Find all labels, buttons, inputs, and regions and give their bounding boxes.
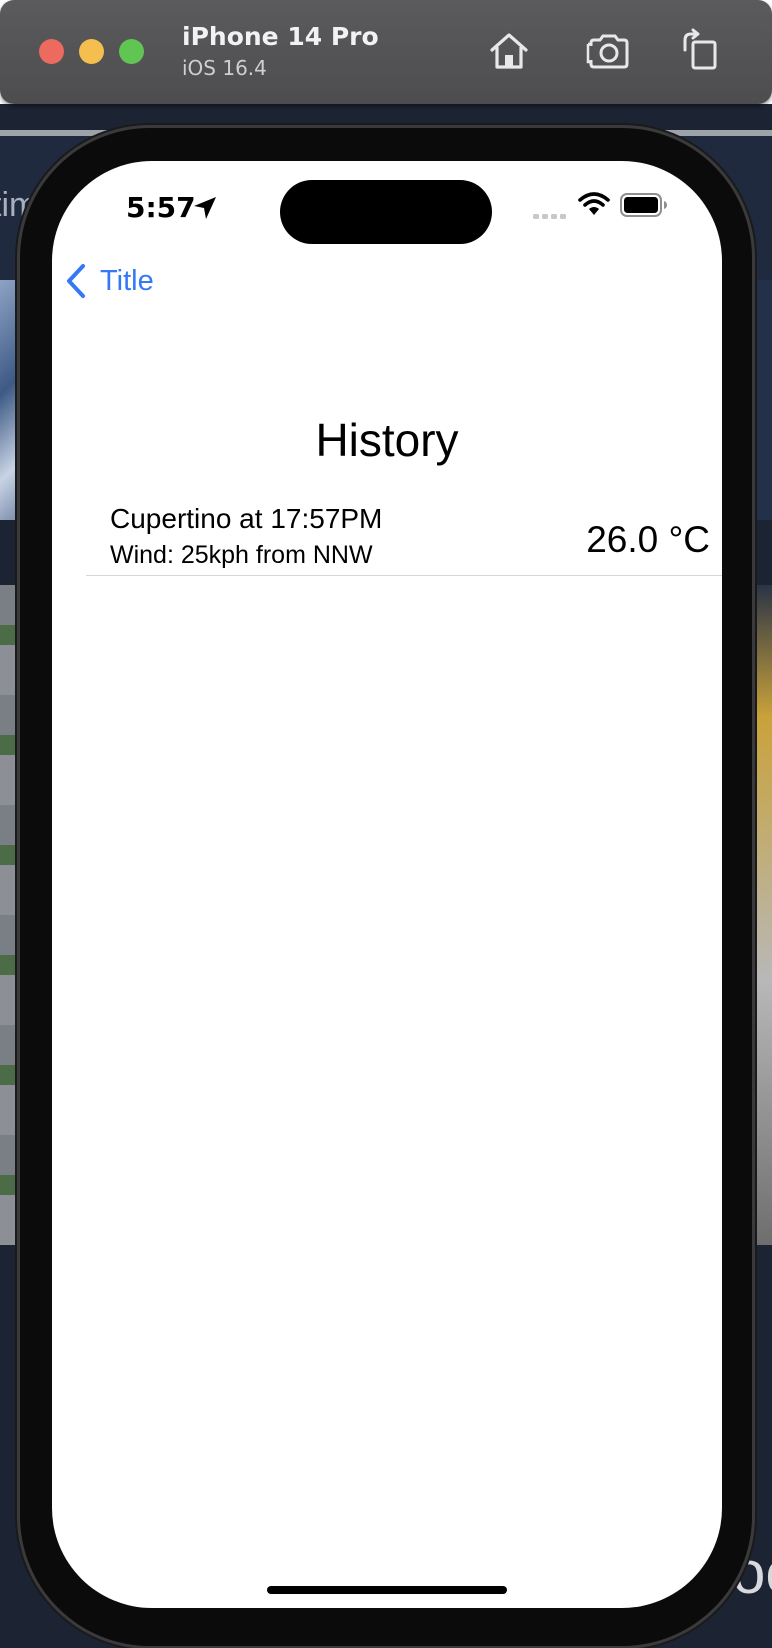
minimize-window-button[interactable] [79, 39, 104, 64]
history-row-wind: Wind: 25kph from NNW [110, 541, 373, 569]
history-row[interactable]: Cupertino at 17:57PM Wind: 25kph from NN… [86, 499, 722, 576]
screenshot-button[interactable] [586, 28, 632, 74]
location-arrow-icon [194, 197, 216, 219]
device-screen: 5:57 Title History Cupertino at 17:57PM … [52, 161, 722, 1608]
os-version: iOS 16.4 [182, 56, 267, 80]
cellular-signal-icon [533, 214, 566, 219]
back-button[interactable]: Title [64, 261, 154, 301]
home-indicator[interactable] [267, 1586, 507, 1594]
page-title: History [315, 414, 459, 466]
history-row-title: Cupertino at 17:57PM [110, 503, 383, 534]
rotate-button[interactable] [677, 28, 723, 74]
home-icon [490, 33, 528, 69]
device-name: iPhone 14 Pro [182, 22, 379, 51]
battery-icon [620, 193, 667, 217]
zoom-window-button[interactable] [119, 39, 144, 64]
close-window-button[interactable] [39, 39, 64, 64]
dynamic-island [280, 180, 492, 244]
simulator-window: tim oc iPhone 14 Pro iOS 16.4 [0, 0, 772, 1648]
status-time: 5:57 [126, 191, 196, 224]
screenshot-icon [586, 34, 629, 69]
chevron-left-icon [67, 264, 85, 298]
home-button[interactable] [486, 28, 532, 74]
back-button-label: Title [100, 264, 154, 297]
simulator-toolbar: iPhone 14 Pro iOS 16.4 [0, 0, 772, 104]
history-row-temperature: 26.0 °C [586, 519, 710, 560]
wifi-icon [578, 192, 610, 215]
rotate-icon [683, 28, 717, 70]
